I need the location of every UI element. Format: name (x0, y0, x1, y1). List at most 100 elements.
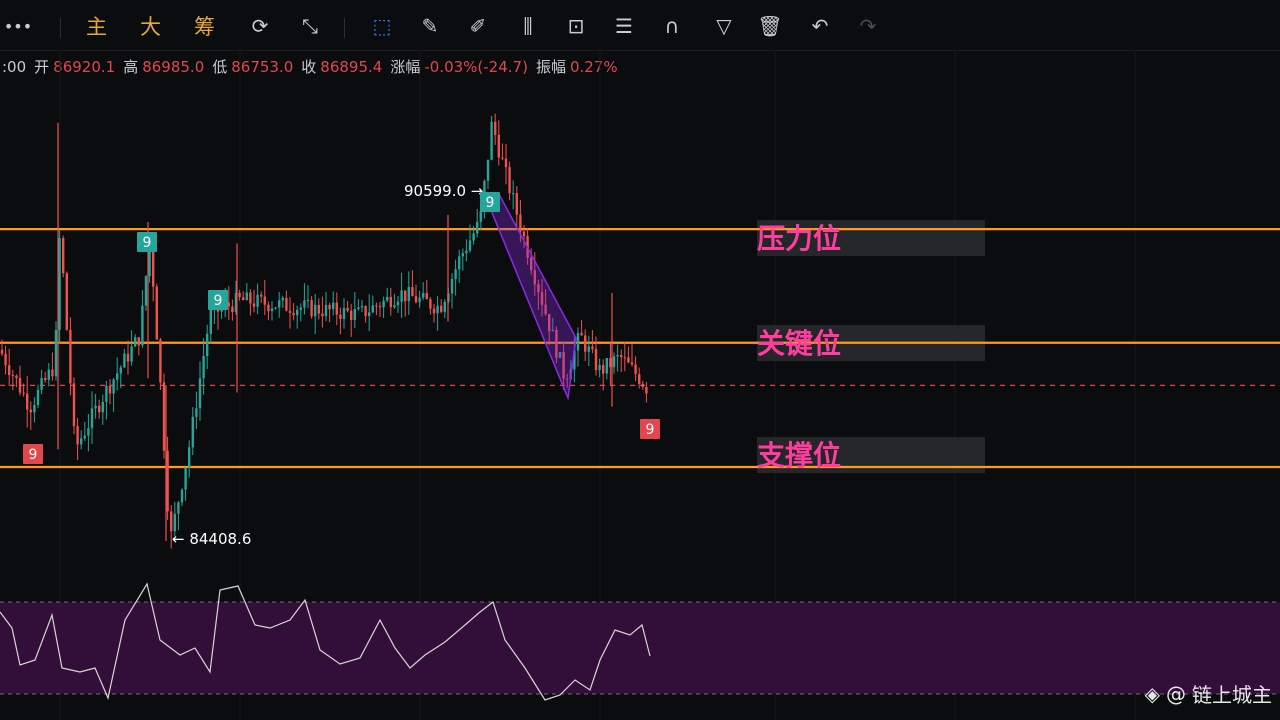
redo-icon[interactable]: ↷ (854, 14, 882, 38)
candle-body (108, 385, 112, 394)
td-marker-text: 9 (486, 195, 495, 211)
candle-body (314, 304, 317, 317)
candle-body (184, 467, 187, 490)
candle-body (270, 308, 274, 312)
candle-body (594, 349, 598, 371)
lock-icon[interactable]: ⊡ (562, 14, 590, 38)
candle-body (551, 329, 554, 332)
time-label: :00 (2, 58, 27, 76)
candle-body (141, 305, 144, 346)
td-marker-box (23, 444, 43, 464)
candle-body (501, 157, 504, 159)
candle-body (512, 193, 515, 195)
candle-body (432, 308, 436, 314)
candle-body (245, 292, 248, 301)
candles-icon[interactable]: ⫼ (514, 14, 542, 38)
zone-label-box (757, 220, 985, 256)
candle-body (526, 236, 529, 258)
candle-body (220, 307, 223, 312)
low-value: 86753.0 (231, 58, 294, 76)
candle-body (47, 369, 50, 380)
open-label: 开 (34, 58, 50, 76)
candle-body (461, 253, 464, 257)
candle-body (641, 383, 644, 387)
candle-body (440, 305, 443, 312)
candle-body (159, 339, 162, 383)
candle-body (580, 333, 583, 336)
high-price-label: 90599.0 → (404, 182, 483, 200)
select-icon[interactable]: ⬚ (368, 14, 396, 38)
change-value: -0.03%(-24.7) (424, 58, 528, 76)
candle-body (130, 346, 133, 362)
magnet-icon[interactable]: ∩ (658, 14, 686, 38)
high-value: 86985.0 (142, 58, 205, 76)
candle-body (386, 296, 389, 301)
more-icon[interactable]: ••• (4, 14, 32, 38)
oscillator-line (0, 582, 651, 701)
candle-body (346, 307, 349, 311)
candle-body (447, 293, 450, 302)
separator (344, 18, 345, 38)
price-chart[interactable]: 压力位关键位支撑位 90599.0 → ← 84408.6 9 9 9 9 9 (0, 0, 1280, 720)
candle-body (609, 358, 612, 368)
candle-body (504, 158, 508, 168)
candle-body (62, 238, 65, 274)
pen-icon[interactable]: ✐ (464, 14, 492, 38)
candle-body (472, 233, 475, 241)
candle-body (40, 377, 43, 390)
candle-body (371, 305, 374, 313)
candle-body (400, 290, 403, 302)
candle-body (65, 273, 68, 330)
candle-body (486, 159, 490, 181)
filter-icon[interactable]: ▽ (710, 14, 738, 38)
candle-body (411, 287, 414, 297)
draw-line-icon[interactable]: ⤡ (296, 14, 324, 38)
undo-icon[interactable]: ↶ (806, 14, 834, 38)
candle-body (422, 292, 425, 298)
candle-body (15, 375, 18, 379)
candle-body (274, 307, 277, 309)
high-label: 高 (123, 58, 139, 76)
tab-main[interactable]: 主 (86, 14, 107, 39)
candle-body (54, 329, 58, 377)
candles (0, 113, 648, 549)
zone-label: 支撑位 (757, 439, 841, 472)
tab-big[interactable]: 大 (140, 14, 161, 39)
candle-body (602, 364, 605, 374)
logo-icon: ◈ (1144, 681, 1160, 706)
candle-body (162, 382, 166, 451)
sync-icon[interactable]: ⟳ (246, 14, 274, 38)
delete-icon[interactable]: 🗑 (756, 14, 784, 38)
candle-body (630, 362, 634, 365)
candle-body (468, 240, 472, 251)
candle-body (166, 450, 169, 512)
tab-chips[interactable]: 筹 (194, 14, 215, 39)
candle-body (591, 346, 594, 350)
candle-body (483, 180, 486, 212)
candle-body (616, 354, 619, 357)
candle-body (623, 357, 626, 359)
candle-body (296, 309, 299, 316)
change-label: 涨幅 (390, 58, 421, 76)
ruler-icon[interactable]: ✎ (416, 14, 444, 38)
zone-label-box (757, 325, 985, 361)
candle-body (382, 300, 385, 308)
candle-body (8, 365, 11, 376)
candle-body (4, 353, 7, 366)
candle-body (497, 134, 500, 158)
candle-body (350, 310, 353, 320)
td-marker-text: 9 (29, 447, 38, 463)
candle-body (558, 352, 562, 358)
separator (60, 18, 61, 38)
candle-body (216, 303, 220, 312)
candle-body (173, 513, 176, 532)
note-icon[interactable]: ☰ (610, 14, 638, 38)
candle-body (357, 307, 360, 310)
candle-body (206, 333, 209, 357)
candle-body (360, 306, 364, 308)
candle-body (213, 303, 216, 309)
candle-body (112, 379, 115, 394)
candle-body (375, 305, 378, 307)
candle-body (234, 292, 238, 313)
candle-body (490, 121, 493, 160)
